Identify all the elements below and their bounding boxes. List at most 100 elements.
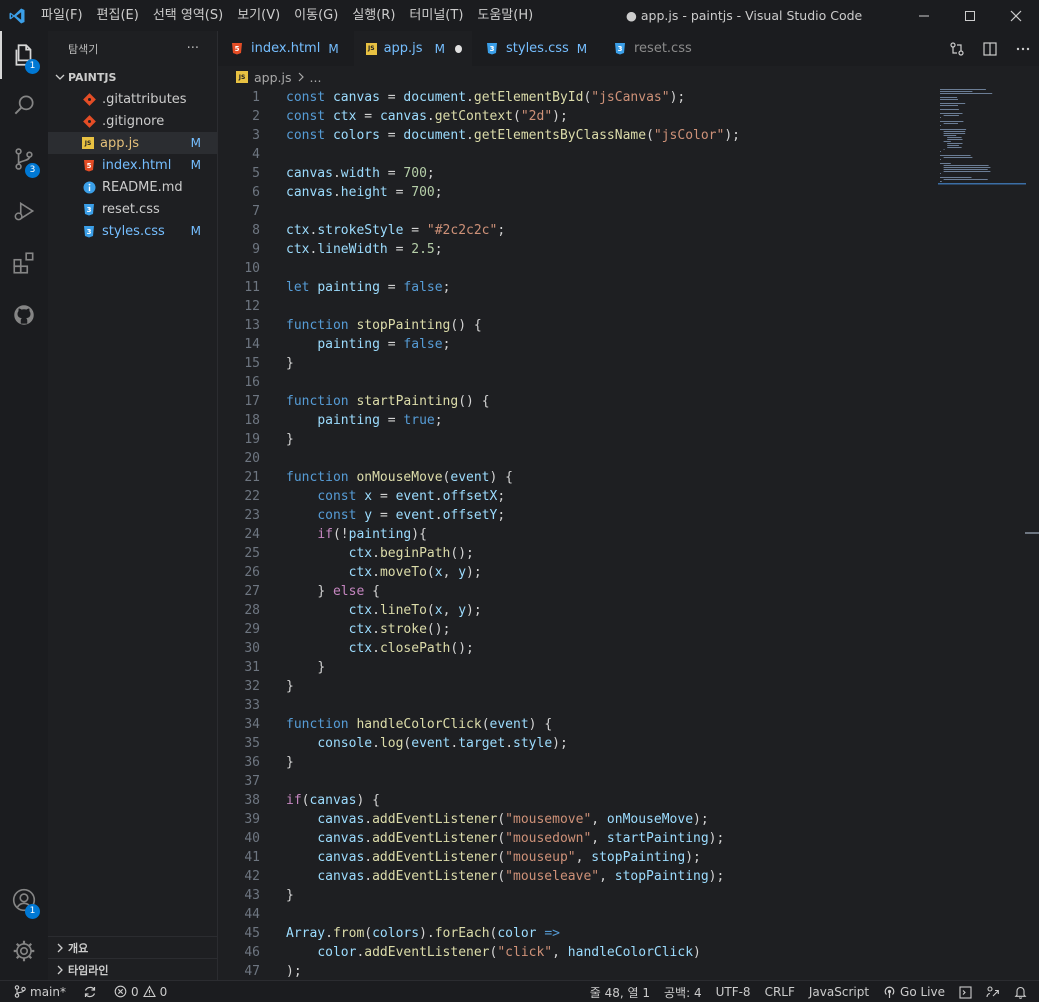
go-live-button[interactable]: Go Live <box>876 985 952 999</box>
code-line[interactable]: 34 function handleColorClick(event) { <box>218 715 938 734</box>
branch-status[interactable]: main* <box>0 985 73 999</box>
cursor-position[interactable]: 줄 48, 열 1 <box>583 984 657 1001</box>
file-item-gitignore[interactable]: .gitignore <box>48 110 217 132</box>
maximize-button[interactable] <box>947 0 993 31</box>
split-editor-button[interactable] <box>973 41 1006 57</box>
menu-terminal[interactable]: 터미널(T) <box>402 0 470 31</box>
code-line[interactable]: 41 canvas.addEventListener("mouseup", st… <box>218 848 938 867</box>
menu-go[interactable]: 이동(G) <box>287 0 345 31</box>
code-line[interactable]: 6 canvas.height = 700; <box>218 183 938 202</box>
menu-help[interactable]: 도움말(H) <box>470 0 540 31</box>
tab-app-js[interactable]: JS app.js M <box>354 31 473 66</box>
encoding-status[interactable]: UTF-8 <box>709 985 758 999</box>
code-editor[interactable]: 1 const canvas = document.getElementById(… <box>218 88 1039 980</box>
source-control-activity-button[interactable]: 3 <box>0 135 48 183</box>
code-line[interactable]: 3 const colors = document.getElementsByCl… <box>218 126 938 145</box>
code-line[interactable]: 12 <box>218 297 938 316</box>
code-line[interactable]: 46 color.addEventListener("click", handl… <box>218 943 938 962</box>
code-line[interactable]: 4 <box>218 145 938 164</box>
tab-reset-css[interactable]: 3 reset.css <box>601 31 715 66</box>
breadcrumb-file[interactable]: app.js <box>254 70 292 85</box>
code-line[interactable]: 15} <box>218 354 938 373</box>
github-activity-button[interactable] <box>0 291 48 339</box>
code-line[interactable]: 30 ctx.closePath(); <box>218 639 938 658</box>
code-line[interactable]: 1 const canvas = document.getElementById(… <box>218 88 938 107</box>
timeline-section-header[interactable]: 타임라인 <box>48 958 218 980</box>
code-line[interactable]: 28 ctx.lineTo(x, y); <box>218 601 938 620</box>
more-editor-actions-button[interactable] <box>1006 41 1039 57</box>
code-line[interactable]: 35 console.log(event.target.style); <box>218 734 938 753</box>
code-line[interactable]: 37 <box>218 772 938 791</box>
search-activity-button[interactable] <box>0 81 48 129</box>
menu-run[interactable]: 실행(R) <box>345 0 402 31</box>
menu-view[interactable]: 보기(V) <box>230 0 287 31</box>
run-debug-activity-button[interactable] <box>0 187 48 235</box>
code-line[interactable]: 31 } <box>218 658 938 677</box>
tab-index-html[interactable]: 5 index.html M <box>218 31 354 66</box>
code-line[interactable]: 10 <box>218 259 938 278</box>
code-line[interactable]: 32} <box>218 677 938 696</box>
code-line[interactable]: 24 if(!painting){ <box>218 525 938 544</box>
terminal-status-button[interactable] <box>952 985 979 999</box>
menu-file[interactable]: 파일(F) <box>34 0 90 31</box>
code-line[interactable]: 26 ctx.moveTo(x, y); <box>218 563 938 582</box>
tab-styles-css[interactable]: 3 styles.css M <box>473 31 601 66</box>
code-line[interactable]: 18 painting = true; <box>218 411 938 430</box>
minimap[interactable] <box>938 88 1026 188</box>
code-line[interactable]: 29 ctx.stroke(); <box>218 620 938 639</box>
file-item-index-html[interactable]: 5 index.html M <box>48 154 217 176</box>
problems-status[interactable]: 0 0 <box>107 985 174 999</box>
code-line[interactable]: 17 function startPainting() { <box>218 392 938 411</box>
code-line[interactable]: 7 <box>218 202 938 221</box>
accounts-activity-button[interactable]: 1 <box>0 876 48 924</box>
code-line[interactable]: 23 const y = event.offsetY; <box>218 506 938 525</box>
folder-section-header[interactable]: PAINTJS <box>48 66 217 88</box>
code-line[interactable]: 42 canvas.addEventListener("mouseleave",… <box>218 867 938 886</box>
language-mode[interactable]: JavaScript <box>802 985 876 999</box>
file-item-readme[interactable]: README.md <box>48 176 217 198</box>
file-item-app-js[interactable]: JS app.js M <box>48 132 217 154</box>
code-line[interactable]: 16 <box>218 373 938 392</box>
unsaved-dot-icon[interactable] <box>454 44 462 53</box>
minimize-button[interactable] <box>901 0 947 31</box>
breadcrumb-symbols[interactable]: ... <box>310 70 322 85</box>
code-line[interactable]: 11 let painting = false; <box>218 278 938 297</box>
indentation-status[interactable]: 공백: 4 <box>657 984 709 1001</box>
code-line[interactable]: 14 painting = false; <box>218 335 938 354</box>
notifications-button[interactable] <box>1007 985 1039 999</box>
more-actions-button[interactable]: ··· <box>187 41 199 56</box>
code-line[interactable]: 21 function onMouseMove(event) { <box>218 468 938 487</box>
menu-selection[interactable]: 선택 영역(S) <box>146 0 230 31</box>
code-line[interactable]: 9 ctx.lineWidth = 2.5; <box>218 240 938 259</box>
file-item-gitattributes[interactable]: .gitattributes <box>48 88 217 110</box>
code-line[interactable]: 22 const x = event.offsetX; <box>218 487 938 506</box>
code-line[interactable]: 38 if(canvas) { <box>218 791 938 810</box>
code-line[interactable]: 45 Array.from(colors).forEach(color => <box>218 924 938 943</box>
menu-edit[interactable]: 편집(E) <box>90 0 146 31</box>
code-line[interactable]: 25 ctx.beginPath(); <box>218 544 938 563</box>
code-line[interactable]: 40 canvas.addEventListener("mousedown", … <box>218 829 938 848</box>
code-line[interactable]: 39 canvas.addEventListener("mousemove", … <box>218 810 938 829</box>
code-line[interactable]: 47); <box>218 962 938 980</box>
code-line[interactable]: 13 function stopPainting() { <box>218 316 938 335</box>
code-line[interactable]: 2 const ctx = canvas.getContext("2d"); <box>218 107 938 126</box>
code-line[interactable]: 43} <box>218 886 938 905</box>
feedback-button[interactable] <box>979 985 1007 999</box>
compare-changes-button[interactable] <box>940 41 973 57</box>
explorer-activity-button[interactable]: 1 <box>0 31 48 79</box>
code-line[interactable]: 20 <box>218 449 938 468</box>
file-item-styles-css[interactable]: 3 styles.css M <box>48 220 217 242</box>
code-line[interactable]: 27 } else { <box>218 582 938 601</box>
file-item-reset-css[interactable]: 3 reset.css <box>48 198 217 220</box>
code-line[interactable]: 36} <box>218 753 938 772</box>
eol-status[interactable]: CRLF <box>758 985 802 999</box>
code-line[interactable]: 19} <box>218 430 938 449</box>
outline-section-header[interactable]: 개요 <box>48 936 218 958</box>
extensions-activity-button[interactable] <box>0 239 48 287</box>
code-line[interactable]: 44 <box>218 905 938 924</box>
settings-activity-button[interactable] <box>0 927 48 975</box>
close-button[interactable] <box>993 0 1039 31</box>
code-line[interactable]: 8 ctx.strokeStyle = "#2c2c2c"; <box>218 221 938 240</box>
sync-button[interactable] <box>73 985 107 999</box>
code-line[interactable]: 33 <box>218 696 938 715</box>
